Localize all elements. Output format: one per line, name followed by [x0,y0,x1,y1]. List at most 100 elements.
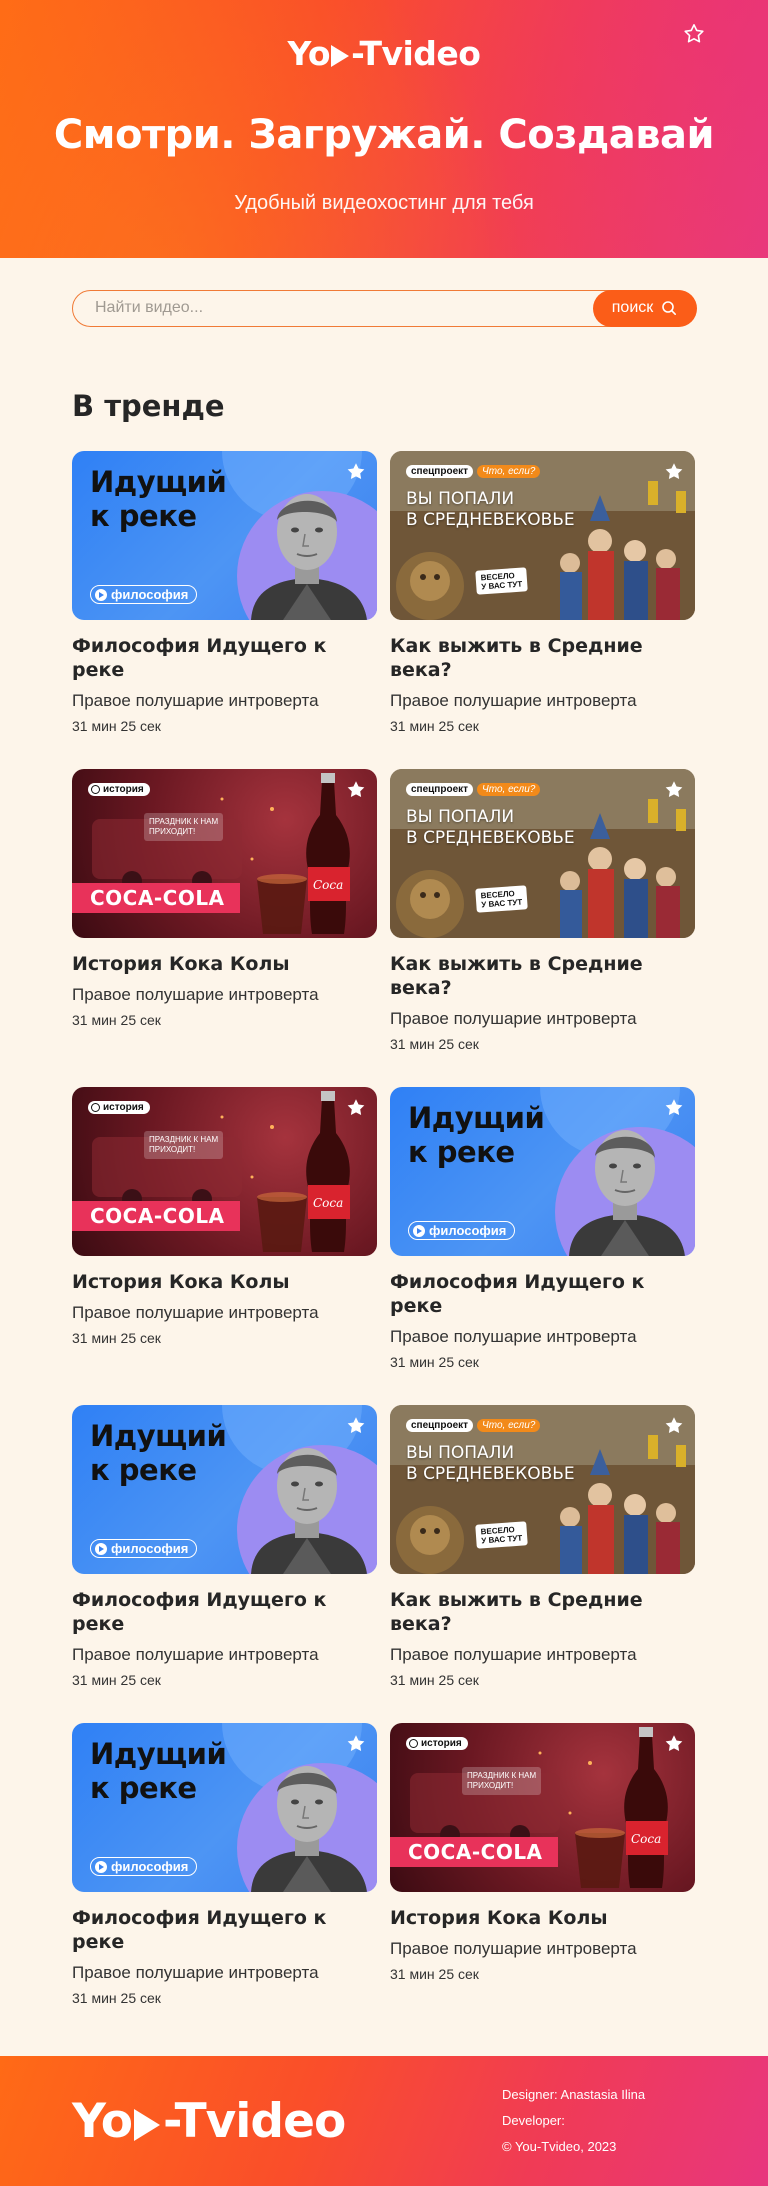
channel-name[interactable]: Правое полушарие интроверта [390,1938,695,1960]
video-card[interactable]: спецпроект Что, если? ВЫ ПОПАЛИ В СРЕДНЕ… [390,769,695,1087]
video-title[interactable]: Как выжить в Средние века? [390,1588,695,1636]
channel-name[interactable]: Правое полушарие интроверта [72,690,377,712]
thumbnail-title-line: к реке [90,499,197,533]
channel-name[interactable]: Правое полушарие интроверта [390,690,695,712]
thumbnail-note-line: ПРИХОДИТ! [149,1145,196,1154]
video-duration: 31 мин 25 сек [72,1990,161,2006]
video-title[interactable]: Философия Идущего к реке [72,1906,377,1954]
video-thumbnail[interactable]: Идущий к реке философия [72,451,377,620]
site-logo[interactable]: Yo -Tvideo [0,34,768,73]
channel-name[interactable]: Правое полушарие интроверта [72,1302,377,1324]
star-icon[interactable] [663,1415,685,1437]
thumbnail-title-line: Идущий [408,1101,545,1135]
video-card[interactable]: Coca история ПРАЗДНИК К НАМ ПРИХОДИТ! CO… [390,1723,695,2041]
channel-name[interactable]: Правое полушарие интроверта [390,1644,695,1666]
video-card[interactable]: Идущий к реке философия Философия Идущег… [390,1087,695,1405]
thumbnail-title-line: Идущий [90,1419,227,1453]
category-badge: философия [90,1539,198,1558]
video-duration: 31 мин 25 сек [390,1672,479,1688]
thumbnail-title-line: к реке [408,1135,515,1169]
category-badge-label: философия [111,1859,189,1874]
thumbnail-banner: COCA-COLA [72,1201,240,1231]
logo-text-end: -Tvideo [351,34,481,73]
video-title[interactable]: Философия Идущего к реке [72,634,377,682]
thumbnail-title-line: к реке [90,1453,197,1487]
video-card[interactable]: Coca история ПРАЗДНИК К НАМ ПРИХОДИТ! CO… [72,1087,377,1405]
play-circle-icon [413,1224,425,1237]
star-icon[interactable] [663,779,685,801]
video-thumbnail[interactable]: спецпроект Что, если? ВЫ ПОПАЛИ В СРЕДНЕ… [390,1405,695,1574]
what-if-tag: Что, если? [477,465,541,478]
hero-subtitle: Удобный видеохостинг для тебя [234,192,534,214]
video-duration: 31 мин 25 сек [72,1012,161,1028]
video-duration: 31 мин 25 сек [72,1330,161,1346]
video-card[interactable]: Coca история ПРАЗДНИК К НАМ ПРИХОДИТ! CO… [72,769,377,1087]
video-thumbnail[interactable]: Coca история ПРАЗДНИК К НАМ ПРИХОДИТ! CO… [390,1723,695,1892]
thumbnail-title: ВЫ ПОПАЛИ В СРЕДНЕВЕКОВЬЕ [406,807,575,849]
thumbnail-title-line: В СРЕДНЕВЕКОВЬЕ [406,510,575,530]
video-thumbnail[interactable]: спецпроект Что, если? ВЫ ПОПАЛИ В СРЕДНЕ… [390,451,695,620]
star-icon[interactable] [663,1733,685,1755]
channel-name[interactable]: Правое полушарие интроверта [390,1008,695,1030]
play-circle-icon [91,1103,100,1112]
site-footer: Yo -Tvideo Designer: Anastasia Ilina Deve… [0,2056,768,2186]
video-card[interactable]: спецпроект Что, если? ВЫ ПОПАЛИ В СРЕДНЕ… [390,1405,695,1723]
video-duration: 31 мин 25 сек [72,718,161,734]
thumbnail-title-line: В СРЕДНЕВЕКОВЬЕ [406,1464,575,1484]
thumbnail-title-line: ВЫ ПОПАЛИ [406,1443,515,1463]
footer-developer: Developer: [502,2113,565,2128]
video-thumbnail[interactable]: спецпроект Что, если? ВЫ ПОПАЛИ В СРЕДНЕ… [390,769,695,938]
thumbnail-note-line: ПРИХОДИТ! [467,1781,514,1790]
footer-logo-play-icon [134,2108,161,2141]
footer-logo[interactable]: Yo -Tvideo [72,2094,346,2149]
thumbnail-title: ВЫ ПОПАЛИ В СРЕДНЕВЕКОВЬЕ [406,1443,575,1485]
video-title[interactable]: Как выжить в Средние века? [390,634,695,682]
footer-designer: Designer: Anastasia Ilina [502,2087,646,2102]
star-icon[interactable] [663,1097,685,1119]
footer-credits: Designer: Anastasia Ilina Developer: © Y… [502,2082,645,2160]
search-button[interactable]: поиск [592,289,697,327]
search-input[interactable] [95,291,565,325]
category-badge: философия [408,1221,516,1240]
category-tag: история [88,783,150,796]
play-circle-icon [95,1860,107,1873]
star-icon[interactable] [345,1097,367,1119]
star-icon[interactable] [345,1415,367,1437]
thumbnail-title-line: ВЫ ПОПАЛИ [406,807,515,827]
video-thumbnail[interactable]: Идущий к реке философия [390,1087,695,1256]
special-project-tag: спецпроект [406,783,474,796]
video-thumbnail[interactable]: Идущий к реке философия [72,1723,377,1892]
video-thumbnail[interactable]: Идущий к реке философия [72,1405,377,1574]
video-title[interactable]: Философия Идущего к реке [390,1270,695,1318]
star-icon[interactable] [345,779,367,801]
video-title[interactable]: Философия Идущего к реке [72,1588,377,1636]
channel-name[interactable]: Правое полушарие интроверта [390,1326,695,1348]
thumbnail-tags: спецпроект Что, если? [406,1419,541,1432]
video-title[interactable]: История Кока Колы [72,1270,377,1294]
hero-header: Yo -Tvideo Смотри. Загружай. Создавай Удо… [0,0,768,258]
channel-name[interactable]: Правое полушарие интроверта [72,1644,377,1666]
video-card[interactable]: спецпроект Что, если? ВЫ ПОПАЛИ В СРЕДНЕ… [390,451,695,769]
channel-name[interactable]: Правое полушарие интроверта [72,1962,377,1984]
thumbnail-title-line: Идущий [90,1737,227,1771]
man-portrait-image [569,1130,685,1256]
footer-copyright: © You-Tvideo, 2023 [502,2139,617,2154]
category-tag: история [406,1737,468,1750]
star-icon[interactable] [345,461,367,483]
star-outline-icon[interactable] [682,22,706,46]
video-card[interactable]: Идущий к реке философия Философия Идущег… [72,1405,377,1723]
video-thumbnail[interactable]: Coca история ПРАЗДНИК К НАМ ПРИХОДИТ! CO… [72,1087,377,1256]
video-title[interactable]: История Кока Колы [390,1906,695,1930]
search-bar: поиск [72,289,697,327]
video-title[interactable]: История Кока Колы [72,952,377,976]
video-card[interactable]: Идущий к реке философия Философия Идущег… [72,451,377,769]
video-thumbnail[interactable]: Coca история ПРАЗДНИК К НАМ ПРИХОДИТ! CO… [72,769,377,938]
star-icon[interactable] [663,461,685,483]
thumbnail-note: ПРАЗДНИК К НАМ ПРИХОДИТ! [462,1767,542,1795]
video-title[interactable]: Как выжить в Средние века? [390,952,695,1000]
channel-name[interactable]: Правое полушарие интроверта [72,984,377,1006]
star-icon[interactable] [345,1733,367,1755]
thumbnail-note: ПРАЗДНИК К НАМ ПРИХОДИТ! [144,813,224,841]
thumbnail-tags: спецпроект Что, если? [406,783,541,796]
video-card[interactable]: Идущий к реке философия Философия Идущег… [72,1723,377,2041]
